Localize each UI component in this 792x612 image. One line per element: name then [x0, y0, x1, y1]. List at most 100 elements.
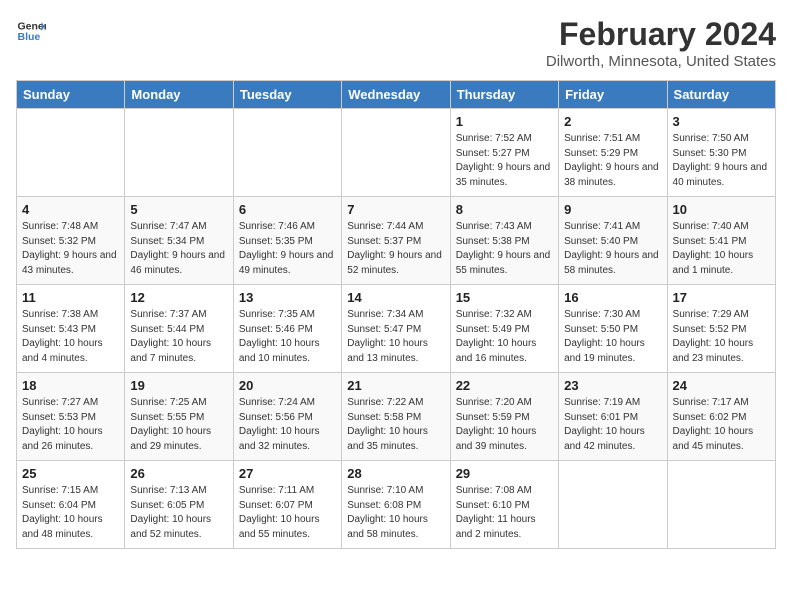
day-info: Sunrise: 7:17 AM Sunset: 6:02 PM Dayligh… — [673, 396, 770, 454]
calendar-cell: 24 Sunrise: 7:17 AM Sunset: 6:02 PM Dayli… — [667, 373, 775, 461]
page-header: General Blue February 2024 Dilworth, Min… — [16, 16, 776, 70]
day-number: 24 — [673, 378, 770, 393]
calendar-cell — [667, 461, 775, 549]
calendar-cell: 27 Sunrise: 7:11 AM Sunset: 6:07 PM Dayli… — [233, 461, 341, 549]
calendar-week-row: 1 Sunrise: 7:52 AM Sunset: 5:27 PM Daylig… — [17, 109, 776, 197]
day-number: 3 — [673, 114, 770, 129]
day-info: Sunrise: 7:51 AM Sunset: 5:29 PM Dayligh… — [564, 132, 661, 190]
calendar-cell: 8Sunrise: 7:43 AM Sunset: 5:38 PM Daylig… — [450, 197, 558, 285]
calendar-cell — [17, 109, 125, 197]
day-number: 13 — [239, 290, 336, 305]
day-number: 17 — [673, 290, 770, 305]
title-block: February 2024 Dilworth, Minnesota, Unite… — [546, 16, 776, 70]
calendar-cell: 14 Sunrise: 7:34 AM Sunset: 5:47 PM Dayli… — [342, 285, 450, 373]
calendar-cell: 23Sunrise: 7:19 AM Sunset: 6:01 PM Dayli… — [559, 373, 667, 461]
main-title: February 2024 — [546, 16, 776, 53]
day-info: Sunrise: 7:30 AM Sunset: 5:50 PM Dayligh… — [564, 308, 661, 366]
calendar-cell: 20 Sunrise: 7:24 AM Sunset: 5:56 PM Dayli… — [233, 373, 341, 461]
day-number: 9 — [564, 202, 661, 217]
day-number: 25 — [22, 466, 119, 481]
calendar-cell: 9 Sunrise: 7:41 AM Sunset: 5:40 PM Daylig… — [559, 197, 667, 285]
calendar-cell: 29Sunrise: 7:08 AM Sunset: 6:10 PM Dayli… — [450, 461, 558, 549]
day-info: Sunrise: 7:29 AM Sunset: 5:52 PM Dayligh… — [673, 308, 770, 366]
day-info: Sunrise: 7:38 AM Sunset: 5:43 PM Dayligh… — [22, 308, 119, 366]
calendar-cell — [125, 109, 233, 197]
day-info: Sunrise: 7:52 AM Sunset: 5:27 PM Dayligh… — [456, 132, 553, 190]
calendar-week-row: 18 Sunrise: 7:27 AM Sunset: 5:53 PM Dayli… — [17, 373, 776, 461]
day-of-week-header: Sunday — [17, 81, 125, 109]
calendar-cell: 26Sunrise: 7:13 AM Sunset: 6:05 PM Dayli… — [125, 461, 233, 549]
day-number: 21 — [347, 378, 444, 393]
day-number: 27 — [239, 466, 336, 481]
day-of-week-header: Friday — [559, 81, 667, 109]
day-of-week-header: Monday — [125, 81, 233, 109]
day-info: Sunrise: 7:35 AM Sunset: 5:46 PM Dayligh… — [239, 308, 336, 366]
calendar-cell: 10Sunrise: 7:40 AM Sunset: 5:41 PM Dayli… — [667, 197, 775, 285]
day-info: Sunrise: 7:32 AM Sunset: 5:49 PM Dayligh… — [456, 308, 553, 366]
day-info: Sunrise: 7:34 AM Sunset: 5:47 PM Dayligh… — [347, 308, 444, 366]
day-number: 20 — [239, 378, 336, 393]
day-number: 1 — [456, 114, 553, 129]
day-info: Sunrise: 7:25 AM Sunset: 5:55 PM Dayligh… — [130, 396, 227, 454]
day-info: Sunrise: 7:24 AM Sunset: 5:56 PM Dayligh… — [239, 396, 336, 454]
day-info: Sunrise: 7:11 AM Sunset: 6:07 PM Dayligh… — [239, 484, 336, 542]
calendar-body: 1 Sunrise: 7:52 AM Sunset: 5:27 PM Daylig… — [17, 109, 776, 549]
day-info: Sunrise: 7:15 AM Sunset: 6:04 PM Dayligh… — [22, 484, 119, 542]
day-number: 15 — [456, 290, 553, 305]
day-info: Sunrise: 7:20 AM Sunset: 5:59 PM Dayligh… — [456, 396, 553, 454]
day-number: 2 — [564, 114, 661, 129]
calendar-table: SundayMondayTuesdayWednesdayThursdayFrid… — [16, 80, 776, 549]
calendar-cell — [233, 109, 341, 197]
calendar-cell: 17 Sunrise: 7:29 AM Sunset: 5:52 PM Dayli… — [667, 285, 775, 373]
calendar-cell: 6 Sunrise: 7:46 AM Sunset: 5:35 PM Daylig… — [233, 197, 341, 285]
day-number: 8 — [456, 202, 553, 217]
day-info: Sunrise: 7:46 AM Sunset: 5:35 PM Dayligh… — [239, 220, 336, 278]
day-number: 4 — [22, 202, 119, 217]
logo-icon: General Blue — [16, 16, 46, 46]
calendar-cell: 19 Sunrise: 7:25 AM Sunset: 5:55 PM Dayli… — [125, 373, 233, 461]
day-info: Sunrise: 7:08 AM Sunset: 6:10 PM Dayligh… — [456, 484, 553, 542]
day-info: Sunrise: 7:41 AM Sunset: 5:40 PM Dayligh… — [564, 220, 661, 278]
calendar-cell: 28 Sunrise: 7:10 AM Sunset: 6:08 PM Dayli… — [342, 461, 450, 549]
logo: General Blue — [16, 16, 46, 46]
calendar-cell: 7 Sunrise: 7:44 AM Sunset: 5:37 PM Daylig… — [342, 197, 450, 285]
calendar-cell: 21Sunrise: 7:22 AM Sunset: 5:58 PM Dayli… — [342, 373, 450, 461]
calendar-cell: 2 Sunrise: 7:51 AM Sunset: 5:29 PM Daylig… — [559, 109, 667, 197]
day-number: 14 — [347, 290, 444, 305]
svg-text:Blue: Blue — [18, 31, 41, 43]
calendar-cell: 3 Sunrise: 7:50 AM Sunset: 5:30 PM Daylig… — [667, 109, 775, 197]
calendar-week-row: 11 Sunrise: 7:38 AM Sunset: 5:43 PM Dayli… — [17, 285, 776, 373]
day-info: Sunrise: 7:44 AM Sunset: 5:37 PM Dayligh… — [347, 220, 444, 278]
calendar-cell — [342, 109, 450, 197]
calendar-cell: 11 Sunrise: 7:38 AM Sunset: 5:43 PM Dayli… — [17, 285, 125, 373]
day-info: Sunrise: 7:37 AM Sunset: 5:44 PM Dayligh… — [130, 308, 227, 366]
day-number: 28 — [347, 466, 444, 481]
day-of-week-header: Wednesday — [342, 81, 450, 109]
day-number: 19 — [130, 378, 227, 393]
day-number: 12 — [130, 290, 227, 305]
day-number: 11 — [22, 290, 119, 305]
day-info: Sunrise: 7:48 AM Sunset: 5:32 PM Dayligh… — [22, 220, 119, 278]
day-number: 18 — [22, 378, 119, 393]
calendar-cell: 12 Sunrise: 7:37 AM Sunset: 5:44 PM Dayli… — [125, 285, 233, 373]
day-number: 22 — [456, 378, 553, 393]
calendar-cell: 22 Sunrise: 7:20 AM Sunset: 5:59 PM Dayli… — [450, 373, 558, 461]
calendar-cell: 16Sunrise: 7:30 AM Sunset: 5:50 PM Dayli… — [559, 285, 667, 373]
calendar-cell: 18 Sunrise: 7:27 AM Sunset: 5:53 PM Dayli… — [17, 373, 125, 461]
day-number: 6 — [239, 202, 336, 217]
calendar-cell: 13 Sunrise: 7:35 AM Sunset: 5:46 PM Dayli… — [233, 285, 341, 373]
calendar-cell: 25 Sunrise: 7:15 AM Sunset: 6:04 PM Dayli… — [17, 461, 125, 549]
day-info: Sunrise: 7:10 AM Sunset: 6:08 PM Dayligh… — [347, 484, 444, 542]
day-number: 5 — [130, 202, 227, 217]
calendar-cell: 15 Sunrise: 7:32 AM Sunset: 5:49 PM Dayli… — [450, 285, 558, 373]
day-info: Sunrise: 7:27 AM Sunset: 5:53 PM Dayligh… — [22, 396, 119, 454]
day-info: Sunrise: 7:47 AM Sunset: 5:34 PM Dayligh… — [130, 220, 227, 278]
day-info: Sunrise: 7:40 AM Sunset: 5:41 PM Dayligh… — [673, 220, 770, 278]
day-of-week-header: Tuesday — [233, 81, 341, 109]
day-number: 7 — [347, 202, 444, 217]
day-number: 23 — [564, 378, 661, 393]
day-info: Sunrise: 7:50 AM Sunset: 5:30 PM Dayligh… — [673, 132, 770, 190]
day-of-week-header: Saturday — [667, 81, 775, 109]
calendar-cell: 5 Sunrise: 7:47 AM Sunset: 5:34 PM Daylig… — [125, 197, 233, 285]
calendar-cell: 1 Sunrise: 7:52 AM Sunset: 5:27 PM Daylig… — [450, 109, 558, 197]
